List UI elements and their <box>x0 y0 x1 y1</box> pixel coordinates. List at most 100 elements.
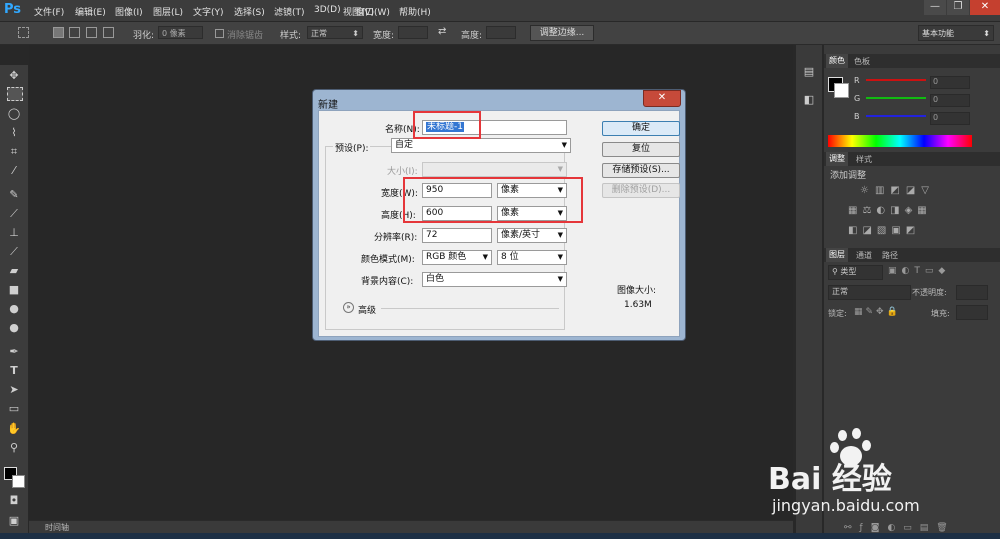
menu-select[interactable]: 选择(S) <box>234 5 265 18</box>
reset-button[interactable]: 复位 <box>602 142 680 157</box>
type-tool-icon[interactable]: T <box>5 363 23 379</box>
minimize-button[interactable]: — <box>924 0 946 15</box>
layer-filter-value: 类型 <box>840 267 857 276</box>
green-slider[interactable] <box>866 97 926 99</box>
hand-tool-icon[interactable]: ✋ <box>5 421 23 437</box>
marquee-tool-icon[interactable] <box>7 87 23 101</box>
tab-layers[interactable]: 图层 <box>826 248 848 262</box>
red-slider[interactable] <box>866 79 926 81</box>
history-panel-icon[interactable]: ▤ <box>802 65 816 79</box>
background-color-swatch[interactable] <box>12 475 25 488</box>
timeline-label[interactable]: 时间轴 <box>45 522 69 533</box>
adjustment-icons-row-1[interactable]: ☼▥◩◪▽ <box>860 185 950 197</box>
screen-mode-icon[interactable]: ▣ <box>5 513 23 529</box>
swap-icon[interactable]: ⇄ <box>438 26 446 37</box>
green-value-input[interactable]: 0 <box>930 94 970 107</box>
brush-tool-icon[interactable]: ⟋ <box>5 206 23 222</box>
resolution-label: 分辨率(R): <box>374 233 418 243</box>
save-preset-button[interactable]: 存储预设(S)... <box>602 163 680 178</box>
advanced-toggle-icon[interactable]: » <box>343 302 354 313</box>
quick-mask-icon[interactable]: ◘ <box>5 493 23 509</box>
menu-layer[interactable]: 图层(L) <box>153 5 183 18</box>
menu-3d[interactable]: 3D(D) <box>314 5 341 15</box>
new-selection-icon[interactable] <box>53 27 64 38</box>
close-button[interactable]: ✕ <box>970 0 1000 15</box>
workspace-select[interactable]: 基本功能 ⬍ <box>918 25 994 41</box>
feather-input[interactable]: 0 像素 <box>158 26 203 39</box>
menu-edit[interactable]: 编辑(E) <box>75 5 106 18</box>
tab-adjustments[interactable]: 调整 <box>826 152 848 166</box>
menu-file[interactable]: 文件(F) <box>34 5 64 18</box>
tab-paths[interactable]: 路径 <box>882 250 898 261</box>
pen-tool-icon[interactable]: ✒ <box>5 344 23 360</box>
tab-styles[interactable]: 样式 <box>856 154 872 165</box>
height-input[interactable] <box>486 26 516 39</box>
intersect-selection-icon[interactable] <box>103 27 114 38</box>
layer-filter-icons[interactable]: ▣◐T▭◆ <box>888 266 988 278</box>
healing-brush-icon[interactable]: ✎ <box>5 187 23 203</box>
path-select-icon[interactable]: ➤ <box>5 382 23 398</box>
adjustment-icons-row-2[interactable]: ▦⚖◐◨◈▦ <box>848 205 968 217</box>
bit-depth-select[interactable]: 8 位 ▼ <box>497 250 567 265</box>
opacity-input[interactable] <box>956 285 988 300</box>
dodge-tool-icon[interactable]: ● <box>5 320 23 336</box>
window-controls: — ❐ ✕ <box>923 0 1000 16</box>
layer-filter-select[interactable]: ⚲ 类型 <box>828 265 883 280</box>
add-selection-icon[interactable] <box>69 27 80 38</box>
marquee-preset-icon[interactable] <box>18 27 29 38</box>
lock-label: 锁定: <box>828 309 847 318</box>
red-value-input[interactable]: 0 <box>930 76 970 89</box>
background-select[interactable]: 白色 ▼ <box>422 272 567 287</box>
blue-slider[interactable] <box>866 115 926 117</box>
bg-color-chip[interactable] <box>834 83 849 98</box>
resolution-input[interactable]: 72 <box>422 228 492 243</box>
menu-help[interactable]: 帮助(H) <box>399 5 431 18</box>
menu-bar: Ps 文件(F) 编辑(E) 图像(I) 图层(L) 文字(Y) 选择(S) 滤… <box>0 0 1000 21</box>
dialog-close-button[interactable]: ✕ <box>643 90 681 107</box>
photoshop-logo: Ps <box>4 2 22 17</box>
adjustment-icons-row-3[interactable]: ◧◪▧▣◩ <box>848 225 948 237</box>
lock-icons[interactable]: ▦✎✥🔒 <box>854 307 914 319</box>
color-spectrum[interactable] <box>828 135 972 147</box>
restore-button[interactable]: ❐ <box>947 0 969 15</box>
blue-value-input[interactable]: 0 <box>930 112 970 125</box>
ok-button[interactable]: 确定 <box>602 121 680 136</box>
height-label: 高度: <box>461 31 483 41</box>
resolution-unit-select[interactable]: 像素/英寸 ▼ <box>497 228 567 243</box>
fill-input[interactable] <box>956 305 988 320</box>
color-mode-label: 颜色模式(M): <box>361 255 415 265</box>
rectangle-tool-icon[interactable]: ▭ <box>5 401 23 417</box>
menu-window[interactable]: 窗口(W) <box>356 5 390 18</box>
menu-filter[interactable]: 滤镜(T) <box>274 5 305 18</box>
refine-edge-button[interactable]: 调整边缘... <box>530 25 594 41</box>
crop-tool-icon[interactable]: ⌗ <box>5 144 23 160</box>
move-tool-icon[interactable]: ✥ <box>5 68 23 84</box>
menu-image[interactable]: 图像(I) <box>115 5 143 18</box>
tab-channels[interactable]: 通道 <box>856 250 872 261</box>
style-select[interactable]: 正常 ⬍ <box>307 26 363 39</box>
quick-select-tool-icon[interactable]: ⌇ <box>5 125 23 141</box>
lasso-tool-icon[interactable]: ◯ <box>5 106 23 122</box>
feather-label: 羽化: <box>133 31 155 41</box>
stamp-tool-icon[interactable]: ⊥ <box>5 225 23 241</box>
eraser-tool-icon[interactable]: ▰ <box>5 263 23 279</box>
tab-color[interactable]: 颜色 <box>826 54 848 68</box>
blend-mode-select[interactable]: 正常 <box>828 285 911 300</box>
antialias-checkbox[interactable] <box>215 29 224 38</box>
properties-panel-icon[interactable]: ◧ <box>802 93 816 107</box>
channel-g-label: G <box>854 94 861 103</box>
color-mode-select[interactable]: RGB 颜色 ▼ <box>422 250 492 265</box>
history-brush-icon[interactable]: ⟋ <box>5 244 23 260</box>
zoom-tool-icon[interactable]: ⚲ <box>5 440 23 456</box>
subtract-selection-icon[interactable] <box>86 27 97 38</box>
chevron-down-icon: ⬍ <box>983 29 990 38</box>
menu-type[interactable]: 文字(Y) <box>193 5 224 18</box>
eyedropper-tool-icon[interactable]: ⁄ <box>5 163 23 179</box>
tab-swatches[interactable]: 色板 <box>854 56 870 67</box>
watermark-url: jingyan.baidu.com <box>772 496 920 515</box>
blur-tool-icon[interactable]: ● <box>5 301 23 317</box>
baidu-watermark: Bai 经验 jingyan.baidu.com <box>760 428 1000 523</box>
width-input[interactable] <box>398 26 428 39</box>
preset-select[interactable]: 自定 ▼ <box>391 138 571 153</box>
gradient-tool-icon[interactable]: ■ <box>5 282 23 298</box>
